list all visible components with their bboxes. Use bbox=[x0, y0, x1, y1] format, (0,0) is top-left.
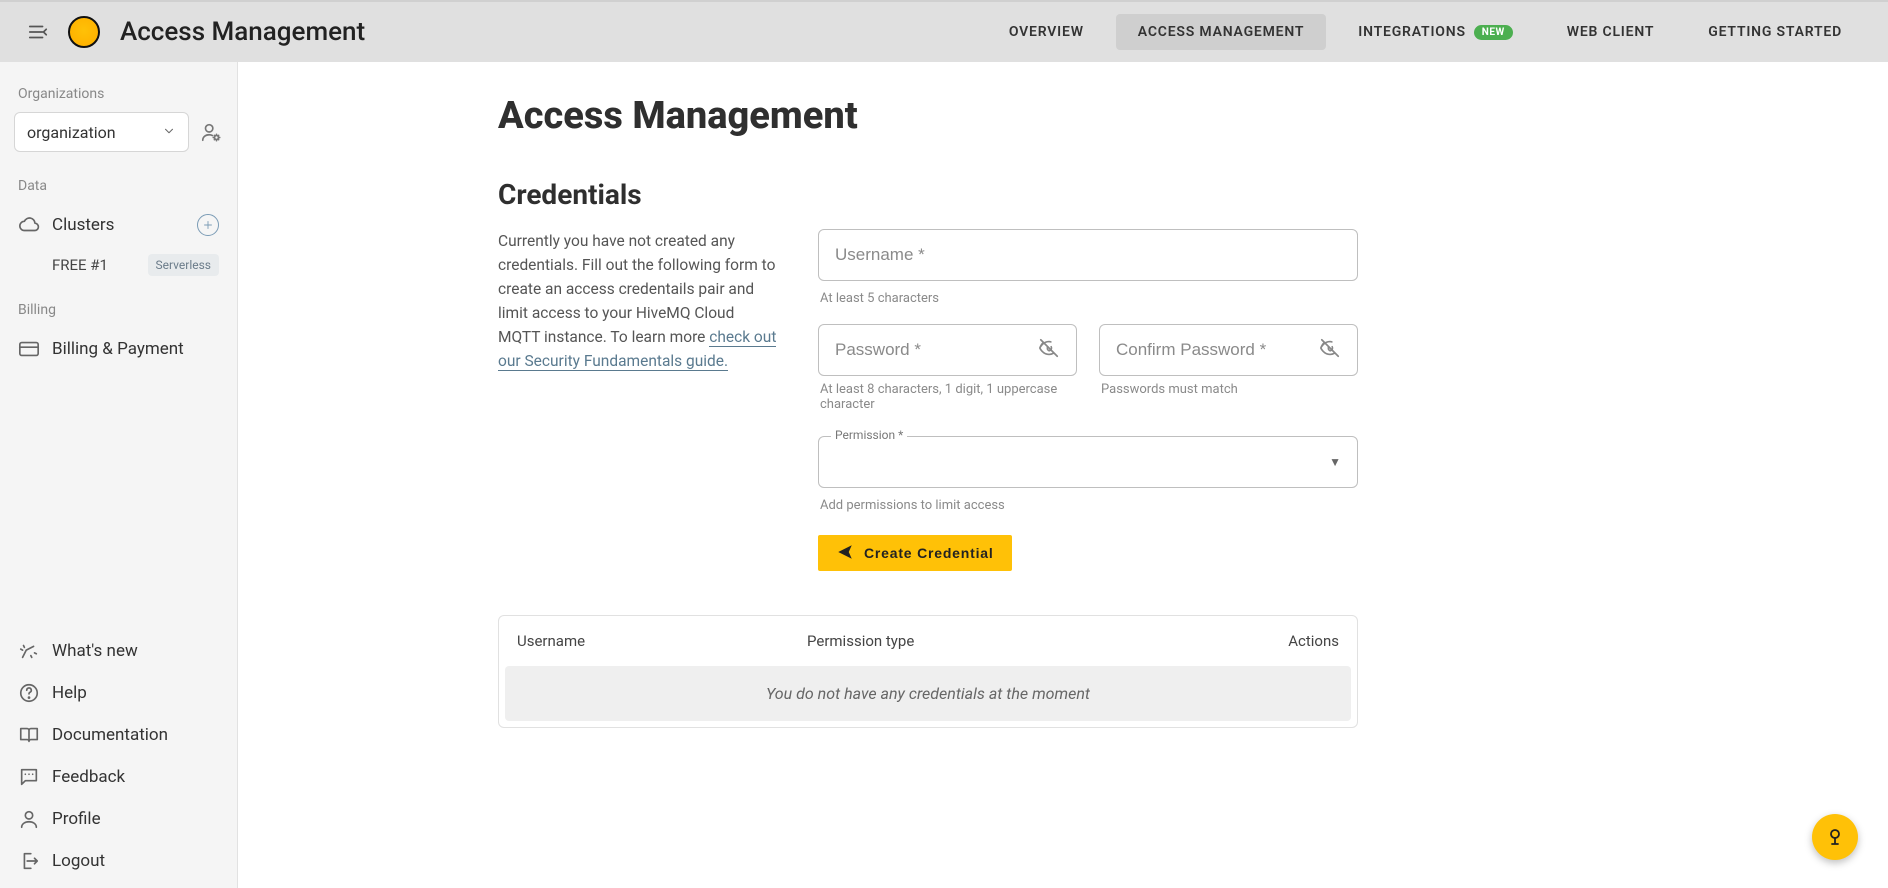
username-helper: At least 5 characters bbox=[820, 291, 1356, 306]
sidebar-billing-label: Billing bbox=[18, 302, 219, 318]
nav-integrations[interactable]: Integrations NEW bbox=[1336, 14, 1534, 50]
nav-web-client[interactable]: Web Client bbox=[1545, 14, 1677, 50]
confirm-password-helper: Passwords must match bbox=[1101, 382, 1356, 397]
sidebar-item-billing[interactable]: Billing & Payment bbox=[14, 328, 223, 370]
password-helper: At least 8 characters, 1 digit, 1 upperc… bbox=[820, 382, 1075, 412]
table-col-username: Username bbox=[517, 632, 807, 650]
sidebar-item-whats-new[interactable]: What's new bbox=[14, 630, 223, 672]
table-col-actions: Actions bbox=[1219, 632, 1339, 650]
help-fab[interactable] bbox=[1812, 814, 1858, 860]
nav-getting-started[interactable]: Getting Started bbox=[1686, 14, 1864, 50]
chevron-down-icon bbox=[162, 123, 176, 142]
user-icon bbox=[18, 808, 40, 830]
credentials-heading: Credentials bbox=[498, 178, 1358, 211]
sidebar-item-label: Clusters bbox=[52, 215, 114, 235]
send-icon bbox=[836, 543, 854, 564]
sidebar-organizations-label: Organizations bbox=[18, 86, 219, 102]
sidebar-item-label: Help bbox=[52, 683, 87, 703]
dropdown-caret-icon: ▼ bbox=[1329, 455, 1341, 469]
confirm-password-field-wrapper bbox=[1099, 324, 1358, 376]
sidebar-item-documentation[interactable]: Documentation bbox=[14, 714, 223, 756]
sidebar-item-label: Billing & Payment bbox=[52, 339, 184, 359]
sidebar-item-label: Feedback bbox=[52, 767, 125, 787]
sidebar-item-logout[interactable]: Logout bbox=[14, 840, 223, 882]
create-credential-button[interactable]: Create Credential bbox=[818, 535, 1012, 571]
top-bar: Access Management Overview Access Manage… bbox=[0, 0, 1888, 62]
sparkle-icon bbox=[18, 640, 40, 662]
cluster-name: FREE #1 bbox=[52, 256, 108, 274]
book-icon bbox=[18, 724, 40, 746]
username-field-wrapper bbox=[818, 229, 1358, 281]
organization-selected-value: organization bbox=[27, 123, 116, 142]
logout-icon bbox=[18, 850, 40, 872]
credentials-intro-text: Currently you have not created any crede… bbox=[498, 229, 778, 571]
cloud-icon bbox=[18, 214, 40, 236]
sidebar-item-profile[interactable]: Profile bbox=[14, 798, 223, 840]
password-input[interactable] bbox=[835, 340, 1038, 360]
new-badge: NEW bbox=[1474, 25, 1513, 40]
sidebar-data-label: Data bbox=[18, 178, 219, 194]
help-icon bbox=[18, 682, 40, 704]
sidebar-item-feedback[interactable]: Feedback bbox=[14, 756, 223, 798]
chat-icon bbox=[18, 766, 40, 788]
top-nav: Overview Access Management Integrations … bbox=[987, 14, 1864, 50]
brand-logo bbox=[68, 16, 100, 48]
sidebar-item-label: Documentation bbox=[52, 725, 168, 745]
credentials-table: Username Permission type Actions You do … bbox=[498, 615, 1358, 728]
sidebar-item-help[interactable]: Help bbox=[14, 672, 223, 714]
sidebar-cluster-item[interactable]: FREE #1 Serverless bbox=[14, 246, 223, 284]
confirm-password-input[interactable] bbox=[1116, 340, 1319, 360]
create-credential-label: Create Credential bbox=[864, 545, 994, 561]
organization-settings-icon[interactable] bbox=[199, 120, 223, 144]
permission-label: Permission * bbox=[831, 428, 907, 442]
table-empty-state: You do not have any credentials at the m… bbox=[505, 666, 1351, 721]
credentials-form: At least 5 characters At least 8 charact… bbox=[818, 229, 1358, 571]
permission-select[interactable]: Permission * ▼ bbox=[818, 436, 1358, 488]
nav-access-management[interactable]: Access Management bbox=[1116, 14, 1326, 50]
permission-helper: Add permissions to limit access bbox=[820, 498, 1356, 513]
sidebar-item-label: What's new bbox=[52, 641, 138, 661]
add-cluster-button[interactable] bbox=[197, 214, 219, 236]
username-input[interactable] bbox=[835, 245, 1341, 265]
visibility-off-icon[interactable] bbox=[1319, 337, 1341, 363]
table-col-permission: Permission type bbox=[807, 632, 1219, 650]
organization-select[interactable]: organization bbox=[14, 112, 189, 152]
sidebar: Organizations organization Data Clusters bbox=[0, 62, 238, 888]
table-header-row: Username Permission type Actions bbox=[499, 616, 1357, 666]
nav-overview[interactable]: Overview bbox=[987, 14, 1106, 50]
page-title: Access Management bbox=[120, 17, 365, 47]
menu-toggle-icon[interactable] bbox=[24, 18, 52, 46]
password-field-wrapper bbox=[818, 324, 1077, 376]
visibility-off-icon[interactable] bbox=[1038, 337, 1060, 363]
sidebar-item-clusters[interactable]: Clusters bbox=[14, 204, 223, 246]
serverless-chip: Serverless bbox=[148, 254, 220, 276]
credit-card-icon bbox=[18, 338, 40, 360]
main-title: Access Management bbox=[498, 94, 1358, 138]
sidebar-item-label: Profile bbox=[52, 809, 101, 829]
sidebar-item-label: Logout bbox=[52, 851, 105, 871]
main-content: Access Management Credentials Currently … bbox=[238, 62, 1888, 888]
nav-integrations-label: Integrations bbox=[1358, 24, 1466, 40]
